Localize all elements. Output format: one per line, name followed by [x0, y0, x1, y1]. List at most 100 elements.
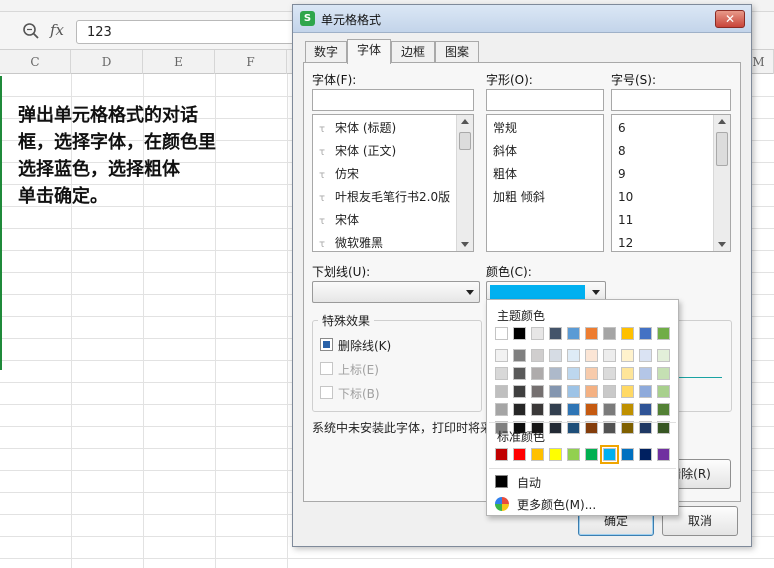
theme-shade-swatch[interactable] — [639, 385, 652, 398]
subscript-checkbox[interactable] — [320, 386, 333, 399]
tab-font[interactable]: 字体 — [347, 39, 391, 64]
theme-shade-swatch[interactable] — [549, 367, 562, 380]
theme-shade-swatch[interactable] — [531, 349, 544, 362]
font-list-item[interactable]: τ 微软雅黑 — [313, 232, 383, 251]
tab-pattern[interactable]: 图案 — [435, 41, 479, 63]
font-list-item[interactable]: τ 仿宋 — [313, 163, 359, 186]
theme-shade-swatch[interactable] — [585, 349, 598, 362]
theme-color-swatch[interactable] — [495, 327, 508, 340]
theme-color-swatch[interactable] — [513, 327, 526, 340]
function-icon[interactable]: fx — [50, 21, 64, 39]
theme-color-swatch[interactable] — [585, 327, 598, 340]
size-list[interactable]: 6 8 9 10 11 12 — [611, 114, 731, 252]
style-list-item[interactable]: 加粗 倾斜 — [487, 186, 545, 209]
font-list-item[interactable]: τ 宋体 — [313, 209, 359, 232]
size-list-item[interactable]: 11 — [612, 209, 633, 232]
standard-color-swatch[interactable] — [639, 448, 652, 461]
strikethrough-checkbox[interactable] — [320, 338, 333, 351]
theme-color-swatch[interactable] — [567, 327, 580, 340]
scroll-up-arrow-icon[interactable] — [718, 119, 726, 124]
style-list-item[interactable]: 常规 — [487, 117, 517, 140]
theme-shade-swatch[interactable] — [603, 385, 616, 398]
theme-color-swatch[interactable] — [621, 327, 634, 340]
underline-select[interactable] — [312, 281, 480, 303]
theme-color-swatch[interactable] — [657, 327, 670, 340]
theme-shade-swatch[interactable] — [495, 367, 508, 380]
scroll-thumb[interactable] — [459, 132, 471, 150]
size-list-scrollbar[interactable] — [713, 115, 730, 251]
theme-shade-swatch[interactable] — [621, 385, 634, 398]
formula-input[interactable]: 123 — [76, 20, 296, 44]
theme-shade-swatch[interactable] — [513, 385, 526, 398]
font-list-item[interactable]: τ 叶根友毛笔行书2.0版 — [313, 186, 450, 209]
theme-shade-swatch[interactable] — [657, 385, 670, 398]
scroll-up-arrow-icon[interactable] — [461, 119, 469, 124]
theme-shade-swatch[interactable] — [567, 349, 580, 362]
theme-shade-swatch[interactable] — [513, 349, 526, 362]
theme-shade-swatch[interactable] — [621, 367, 634, 380]
style-list-item[interactable]: 斜体 — [487, 140, 517, 163]
tab-number[interactable]: 数字 — [305, 41, 347, 63]
theme-shade-swatch[interactable] — [549, 349, 562, 362]
size-list-item[interactable]: 12 — [612, 232, 633, 251]
superscript-checkbox[interactable] — [320, 362, 333, 375]
theme-color-swatch[interactable] — [531, 327, 544, 340]
font-list[interactable]: τ 宋体 (标题) τ 宋体 (正文) τ 仿宋 τ 叶根友毛笔行书2.0版 τ 宋体 τ 微软雅黑 — [312, 114, 474, 252]
font-list-scrollbar[interactable] — [456, 115, 473, 251]
theme-shade-swatch[interactable] — [639, 367, 652, 380]
font-name-input[interactable] — [312, 89, 474, 111]
theme-shade-swatch[interactable] — [585, 367, 598, 380]
font-list-item[interactable]: τ 宋体 (标题) — [313, 117, 396, 140]
theme-shade-swatch[interactable] — [567, 403, 580, 416]
scroll-down-arrow-icon[interactable] — [461, 242, 469, 247]
theme-shade-swatch[interactable] — [603, 403, 616, 416]
column-header-f[interactable]: F — [215, 50, 287, 74]
theme-shade-swatch[interactable] — [495, 403, 508, 416]
standard-color-swatch[interactable] — [621, 448, 634, 461]
standard-color-swatch[interactable] — [549, 448, 562, 461]
theme-shade-swatch[interactable] — [657, 403, 670, 416]
standard-color-swatch[interactable] — [567, 448, 580, 461]
theme-shade-swatch[interactable] — [495, 385, 508, 398]
theme-shade-swatch[interactable] — [531, 367, 544, 380]
theme-shade-swatch[interactable] — [657, 367, 670, 380]
size-input[interactable] — [611, 89, 731, 111]
standard-color-swatch[interactable] — [585, 448, 598, 461]
theme-color-swatch[interactable] — [549, 327, 562, 340]
scroll-thumb[interactable] — [716, 132, 728, 166]
theme-shade-swatch[interactable] — [513, 367, 526, 380]
close-button[interactable]: ✕ — [715, 10, 745, 28]
style-list[interactable]: 常规 斜体 粗体 加粗 倾斜 — [486, 114, 604, 252]
theme-shade-swatch[interactable] — [531, 385, 544, 398]
theme-shade-swatch[interactable] — [549, 385, 562, 398]
theme-shade-swatch[interactable] — [495, 349, 508, 362]
dialog-titlebar[interactable]: S 单元格格式 ✕ — [293, 5, 751, 33]
style-list-item[interactable]: 粗体 — [487, 163, 517, 186]
column-header-c[interactable]: C — [0, 50, 71, 74]
theme-shade-swatch[interactable] — [513, 403, 526, 416]
theme-shade-swatch[interactable] — [567, 385, 580, 398]
standard-color-swatch[interactable] — [495, 448, 508, 461]
theme-color-swatch[interactable] — [603, 327, 616, 340]
standard-color-swatch[interactable] — [531, 448, 544, 461]
scroll-down-arrow-icon[interactable] — [718, 242, 726, 247]
theme-shade-swatch[interactable] — [585, 403, 598, 416]
theme-shade-swatch[interactable] — [639, 403, 652, 416]
column-header-d[interactable]: D — [71, 50, 143, 74]
theme-shade-swatch[interactable] — [603, 367, 616, 380]
zoom-icon[interactable] — [22, 22, 40, 40]
tab-border[interactable]: 边框 — [391, 41, 435, 63]
theme-shade-swatch[interactable] — [531, 403, 544, 416]
standard-color-swatch[interactable] — [657, 448, 670, 461]
theme-shade-swatch[interactable] — [621, 349, 634, 362]
standard-color-swatch[interactable] — [513, 448, 526, 461]
theme-shade-swatch[interactable] — [567, 367, 580, 380]
style-input[interactable] — [486, 89, 604, 111]
column-header-e[interactable]: E — [143, 50, 215, 74]
size-list-item[interactable]: 8 — [612, 140, 626, 163]
standard-color-swatch[interactable] — [600, 445, 619, 464]
theme-color-swatch[interactable] — [639, 327, 652, 340]
theme-shade-swatch[interactable] — [639, 349, 652, 362]
size-list-item[interactable]: 9 — [612, 163, 626, 186]
theme-shade-swatch[interactable] — [657, 349, 670, 362]
